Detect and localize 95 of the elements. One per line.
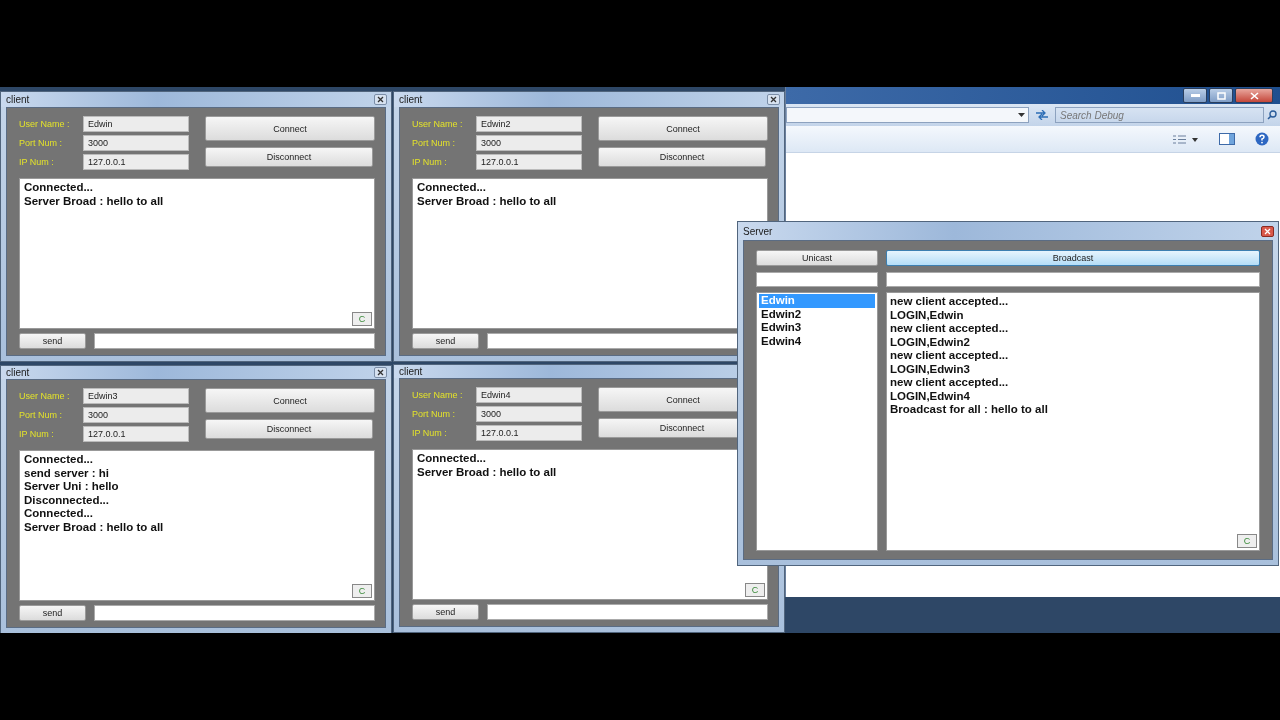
ip-field[interactable]: 127.0.0.1	[83, 154, 189, 170]
close-icon	[770, 96, 777, 103]
disconnect-button[interactable]: Disconnect	[205, 419, 373, 439]
disconnect-button[interactable]: Disconnect	[205, 147, 373, 167]
log-line: Server Broad : hello to all	[417, 465, 558, 479]
log-line: new client accepted...	[890, 322, 1010, 336]
unicast-button[interactable]: Unicast	[756, 250, 878, 266]
refresh-icon[interactable]	[1035, 110, 1049, 120]
help-icon[interactable]	[1255, 132, 1269, 146]
window-title: client	[6, 367, 30, 378]
close-button[interactable]	[374, 367, 387, 378]
port-label: Port Num :	[412, 409, 456, 419]
view-list-icon[interactable]	[1173, 134, 1199, 144]
user-name-field[interactable]: Edwin	[83, 116, 189, 132]
connect-button[interactable]: Connect	[598, 116, 768, 141]
log-line: Connected...	[24, 453, 94, 467]
maximize-icon	[1216, 91, 1226, 100]
send-button[interactable]: send	[412, 333, 479, 349]
log-line: send server : hi	[24, 466, 110, 480]
close-button[interactable]	[1261, 225, 1274, 237]
ip-label: IP Num :	[412, 157, 448, 167]
log-line: Server Broad : hello to all	[417, 194, 558, 208]
log-line: LOGIN,Edwin3	[890, 362, 971, 376]
ip-field[interactable]: 127.0.0.1	[83, 426, 189, 442]
close-button[interactable]	[374, 94, 387, 105]
port-label: Port Num :	[19, 138, 63, 148]
dropdown-icon	[1018, 113, 1025, 117]
send-button[interactable]: send	[19, 605, 86, 621]
connect-button[interactable]: Connect	[205, 116, 375, 141]
preview-pane-icon[interactable]	[1219, 133, 1235, 145]
user-name-label: User Name :	[19, 119, 71, 129]
port-label: Port Num :	[19, 410, 63, 420]
clear-button[interactable]: C	[352, 584, 372, 598]
user-name-field[interactable]: Edwin3	[83, 388, 189, 404]
minimize-button[interactable]	[1183, 88, 1207, 103]
client-list-item[interactable]: Edwin2	[759, 307, 875, 321]
log-line: Server Broad : hello to all	[24, 520, 165, 534]
log-line: new client accepted...	[890, 349, 1010, 363]
log-line: Server Broad : hello to all	[24, 194, 165, 208]
message-field[interactable]	[487, 604, 768, 620]
port-field[interactable]: 3000	[83, 135, 189, 151]
ip-field[interactable]: 127.0.0.1	[476, 425, 582, 441]
clear-button[interactable]: C	[745, 583, 765, 597]
log-line: new client accepted...	[890, 376, 1010, 390]
unicast-field[interactable]	[756, 272, 878, 287]
send-button[interactable]: send	[19, 333, 86, 349]
close-icon	[377, 96, 384, 103]
log-line: Connected...	[417, 452, 487, 466]
window-title: client	[6, 94, 30, 105]
close-button[interactable]	[767, 94, 780, 105]
disconnect-button[interactable]: Disconnect	[598, 147, 766, 167]
log-line: Connected...	[24, 181, 94, 195]
close-icon	[377, 369, 384, 376]
clear-button[interactable]: C	[352, 312, 372, 326]
ip-field[interactable]: 127.0.0.1	[476, 154, 582, 170]
window-title: Server	[743, 225, 773, 237]
ip-label: IP Num :	[19, 157, 55, 167]
log-line: Connected...	[417, 181, 487, 195]
window-title: client	[399, 94, 423, 105]
log-line: Broadcast for all : hello to all	[890, 403, 1049, 417]
port-field[interactable]: 3000	[83, 407, 189, 423]
broadcast-button[interactable]: Broadcast	[886, 250, 1260, 266]
log-line: LOGIN,Edwin	[890, 308, 965, 322]
client-list-item[interactable]: Edwin3	[759, 321, 875, 335]
close-icon	[1264, 227, 1271, 235]
log-line: Server Uni : hello	[24, 480, 120, 494]
message-field[interactable]	[94, 333, 375, 349]
user-name-field[interactable]: Edwin2	[476, 116, 582, 132]
port-field[interactable]: 3000	[476, 406, 582, 422]
window-title: client	[399, 366, 423, 377]
message-field[interactable]	[886, 272, 1260, 287]
search-field[interactable]: Search Debug	[1055, 107, 1264, 123]
close-icon	[1249, 91, 1259, 100]
send-button[interactable]: send	[412, 604, 479, 620]
ip-label: IP Num :	[19, 429, 55, 439]
ip-label: IP Num :	[412, 428, 448, 438]
client-list-item[interactable]: Edwin4	[759, 334, 875, 348]
search-icon	[1267, 110, 1277, 120]
user-name-label: User Name :	[412, 390, 464, 400]
log-line: new client accepted...	[890, 295, 1010, 309]
user-name-label: User Name :	[19, 391, 71, 401]
log-line: LOGIN,Edwin4	[890, 389, 971, 403]
port-label: Port Num :	[412, 138, 456, 148]
log-line: Disconnected...	[24, 493, 110, 507]
maximize-button[interactable]	[1209, 88, 1233, 103]
minimize-icon	[1190, 94, 1200, 97]
close-button[interactable]	[1235, 88, 1273, 103]
user-name-field[interactable]: Edwin4	[476, 387, 582, 403]
log-line: LOGIN,Edwin2	[890, 335, 971, 349]
port-field[interactable]: 3000	[476, 135, 582, 151]
user-name-label: User Name :	[412, 119, 464, 129]
connect-button[interactable]: Connect	[205, 388, 375, 413]
message-field[interactable]	[94, 605, 375, 621]
log-line: Connected...	[24, 507, 94, 521]
clear-button[interactable]: C	[1237, 534, 1257, 548]
